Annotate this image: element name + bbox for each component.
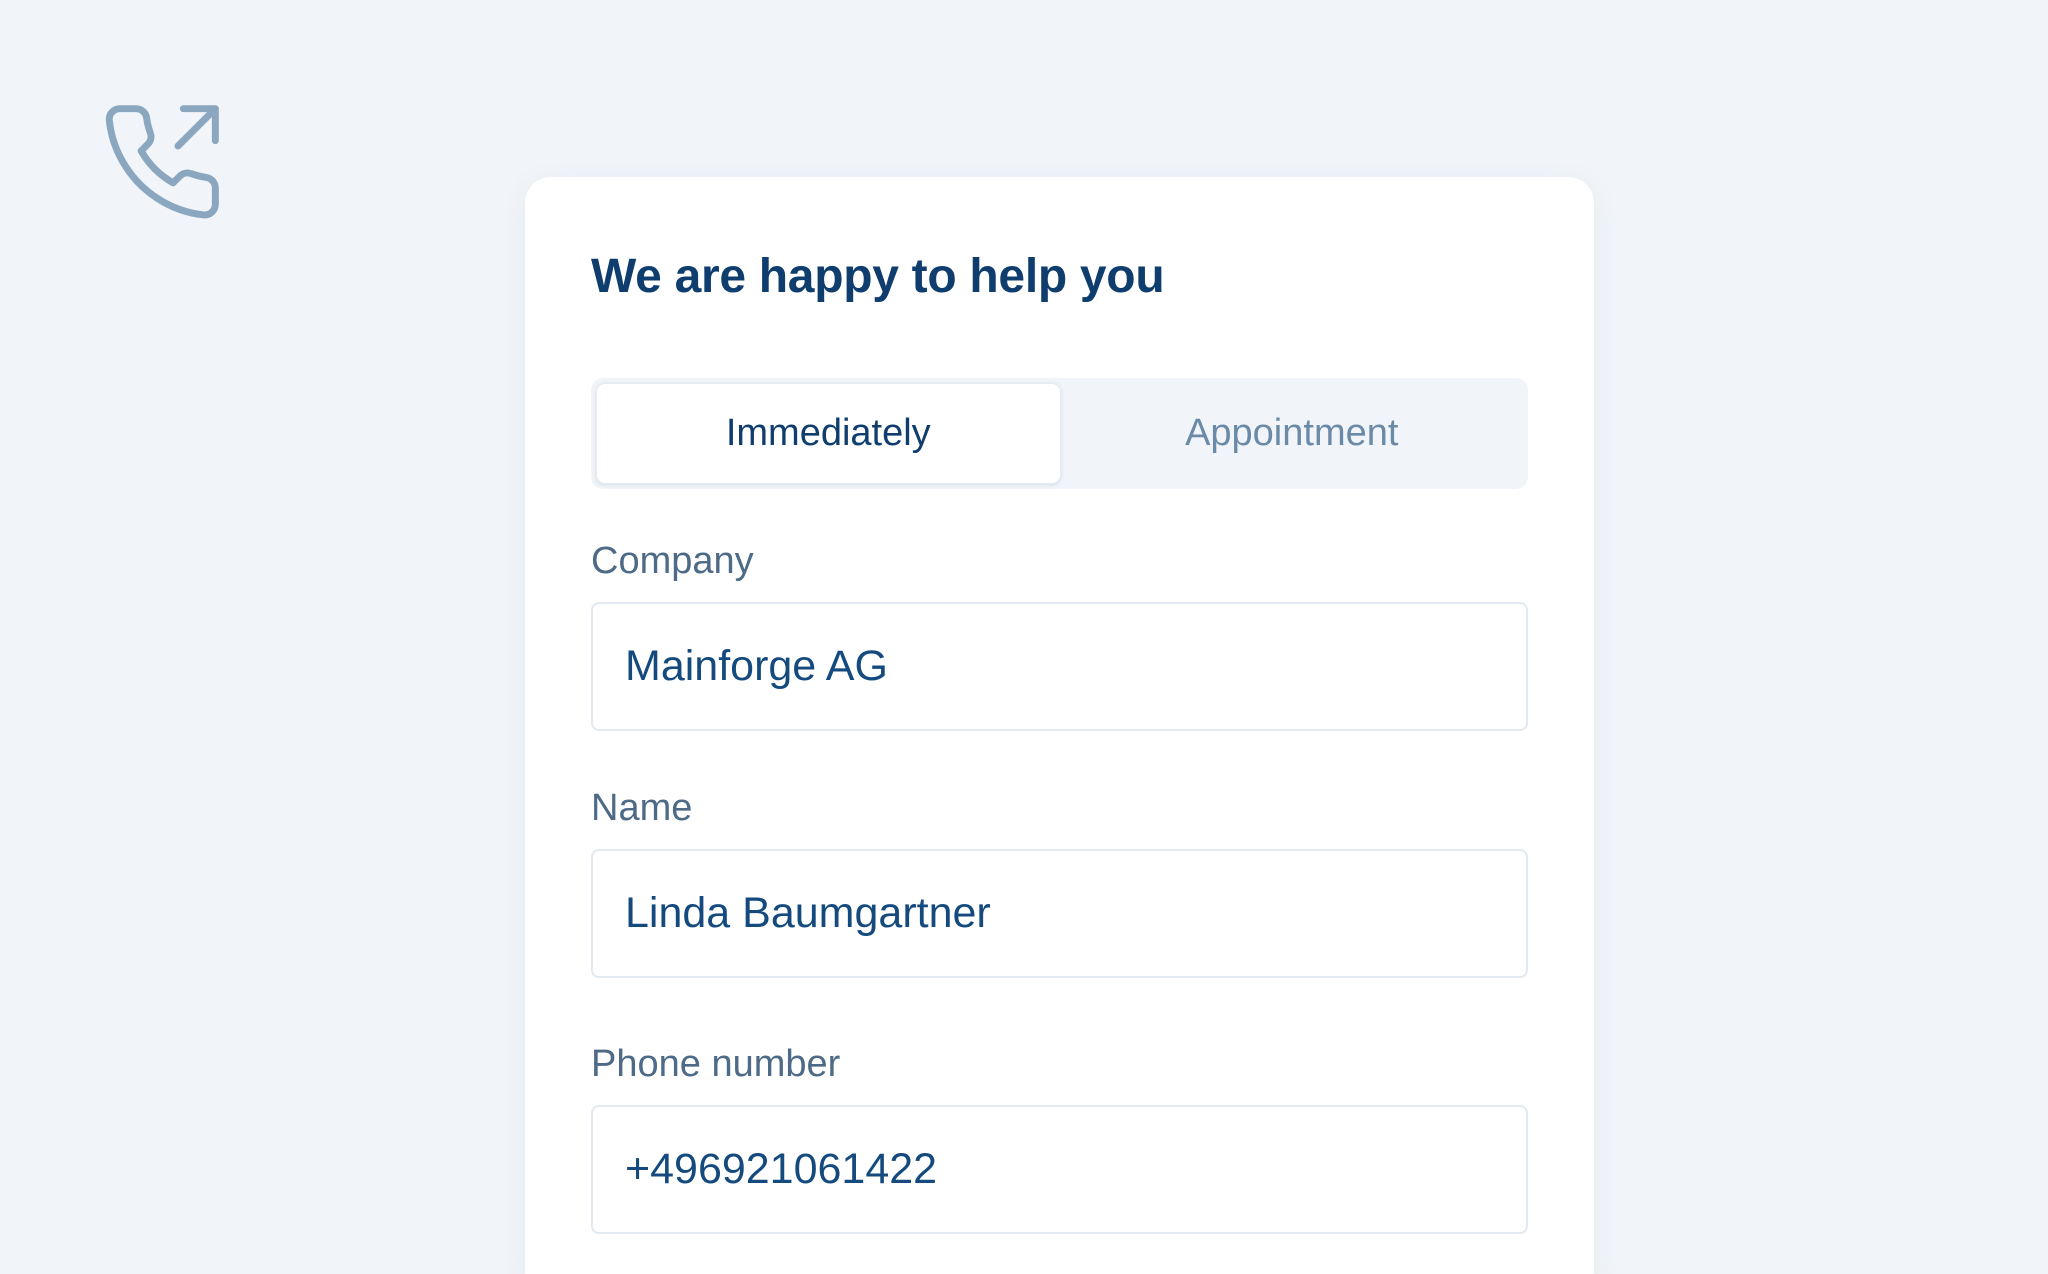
name-label: Name xyxy=(591,787,693,829)
phone-number-label: Phone number xyxy=(591,1043,841,1085)
form-title: We are happy to help you xyxy=(591,250,1165,303)
tab-immediately[interactable]: Immediately xyxy=(596,383,1061,484)
phone-outgoing-icon xyxy=(98,98,226,226)
contact-form-card: We are happy to help you Immediately App… xyxy=(525,177,1594,1274)
tab-appointment[interactable]: Appointment xyxy=(1061,383,1524,484)
phone-number-field[interactable]: +496921061422 xyxy=(591,1105,1528,1234)
company-field[interactable]: Mainforge AG xyxy=(591,602,1528,731)
timing-toggle: Immediately Appointment xyxy=(591,378,1528,489)
name-field[interactable]: Linda Baumgartner xyxy=(591,849,1528,978)
company-label: Company xyxy=(591,540,754,582)
